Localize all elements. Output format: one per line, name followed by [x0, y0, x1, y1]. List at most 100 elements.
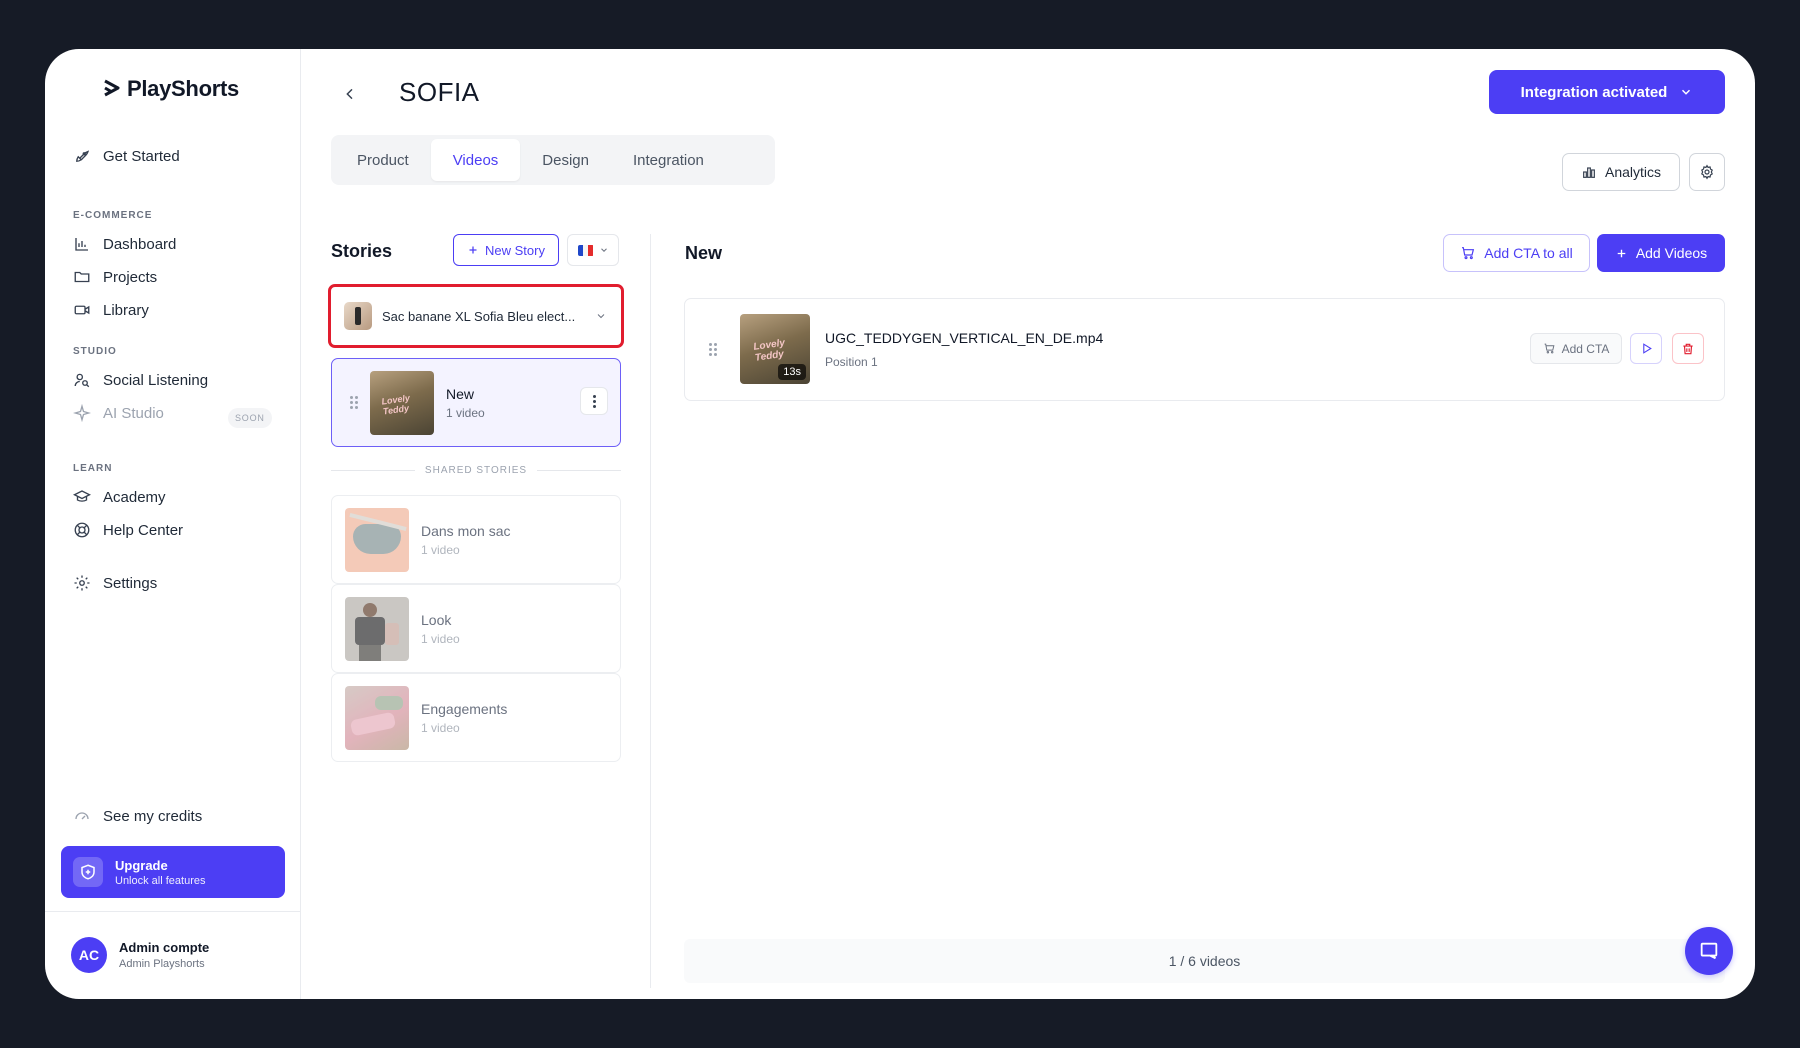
story-thumbnail	[345, 685, 409, 750]
graduation-cap-icon	[73, 490, 91, 502]
user-role: Admin Playshorts	[119, 958, 205, 970]
plus-icon	[469, 246, 477, 254]
tab-design[interactable]: Design	[520, 139, 611, 181]
play-button[interactable]	[1630, 333, 1662, 364]
sidebar-divider	[45, 911, 301, 912]
story-thumbnail	[345, 507, 409, 572]
user-search-icon	[74, 373, 90, 388]
add-videos-button[interactable]: Add Videos	[1597, 234, 1725, 272]
plus-icon	[1617, 249, 1626, 257]
shared-story-card[interactable]: Dans mon sac 1 video	[331, 495, 621, 584]
analytics-label: Analytics	[1604, 164, 1662, 180]
tab-integration[interactable]: Integration	[611, 139, 726, 181]
product-thumbnail	[344, 302, 372, 330]
chevron-down-icon	[1682, 89, 1691, 95]
add-cta-label: Add CTA	[1561, 341, 1610, 356]
see-credits-label: See my credits	[103, 807, 203, 825]
section-learn: LEARN	[73, 463, 113, 474]
back-button[interactable]	[335, 79, 365, 109]
sidebar-item-dashboard[interactable]: Dashboard	[73, 231, 176, 257]
sidebar-item-label: Academy	[103, 488, 166, 506]
page-title: SOFIA	[399, 77, 480, 107]
video-row[interactable]: Lovely Teddy 13s UGC_TEDDYGEN_VERTICAL_E…	[684, 298, 1725, 401]
lifebuoy-icon	[74, 522, 90, 538]
drag-handle-icon[interactable]	[709, 343, 719, 356]
see-credits-link[interactable]: See my credits	[73, 803, 202, 829]
stories-title: Stories	[331, 241, 393, 261]
story-name: Dans mon sac	[421, 522, 511, 539]
logo-text: PlayShorts	[127, 76, 239, 101]
upgrade-title: Upgrade	[115, 857, 168, 873]
story-count: 1 video	[421, 631, 460, 646]
product-selector[interactable]: Sac banane XL Sofia Bleu elect...	[328, 284, 624, 348]
story-count: 1 video	[421, 720, 460, 735]
sidebar-item-ai-studio[interactable]: AI Studio	[73, 400, 164, 426]
tab-product[interactable]: Product	[335, 139, 431, 181]
video-position: Position 1	[825, 355, 878, 369]
rocket-icon	[76, 150, 90, 162]
integration-activated-button[interactable]: Integration activated	[1489, 70, 1725, 114]
section-ecommerce: E-COMMERCE	[73, 210, 153, 221]
sidebar-item-get-started[interactable]: Get Started	[73, 143, 180, 169]
sidebar-item-academy[interactable]: Academy	[73, 484, 166, 510]
story-card-active[interactable]: Lovely Teddy New 1 video	[331, 358, 621, 447]
duration-badge: 13s	[778, 364, 806, 380]
shared-story-card[interactable]: Look 1 video	[331, 584, 621, 673]
video-filename: UGC_TEDDYGEN_VERTICAL_EN_DE.mp4	[825, 330, 1104, 346]
add-videos-label: Add Videos	[1635, 245, 1708, 261]
integration-label: Integration activated	[1520, 83, 1668, 101]
settings-button[interactable]	[1689, 153, 1725, 191]
upgrade-subtitle: Unlock all features	[115, 874, 206, 887]
column-divider	[650, 234, 651, 988]
sparkle-icon	[73, 404, 91, 422]
sidebar-item-label: Projects	[103, 268, 158, 286]
trash-icon	[1683, 343, 1693, 354]
play-icon	[1642, 343, 1652, 354]
analytics-icon	[1583, 167, 1595, 178]
add-cta-button[interactable]: Add CTA	[1530, 333, 1622, 364]
cart-icon	[1544, 343, 1555, 354]
section-studio: STUDIO	[73, 346, 117, 357]
more-options-icon[interactable]	[580, 387, 608, 415]
tab-videos[interactable]: Videos	[430, 139, 521, 181]
sidebar-item-social-listening[interactable]: Social Listening	[73, 367, 208, 393]
story-count: 1 video	[421, 542, 460, 557]
logo[interactable]: PlayShorts	[103, 67, 239, 111]
add-cta-all-label: Add CTA to all	[1484, 245, 1573, 261]
sidebar-item-label: AI Studio	[103, 404, 164, 422]
thumb-overlay-text: Lovely Teddy	[380, 392, 411, 417]
chat-icon	[1700, 942, 1718, 960]
tab-bar: Product Videos Design Integration	[331, 135, 775, 185]
story-thumbnail	[345, 596, 409, 661]
story-name: Look	[421, 611, 452, 628]
bar-chart-icon	[75, 238, 88, 251]
story-name: New	[446, 385, 475, 402]
folder-icon	[74, 271, 90, 283]
sidebar-item-help-center[interactable]: Help Center	[73, 517, 183, 543]
analytics-button[interactable]: Analytics	[1562, 153, 1680, 191]
add-cta-to-all-button[interactable]: Add CTA to all	[1443, 234, 1590, 272]
gauge-icon	[75, 812, 89, 820]
drag-handle-icon[interactable]	[350, 396, 360, 409]
france-flag-icon	[577, 244, 594, 256]
app-window: PlayShorts Get Started E-COMMERCE Dashbo…	[45, 49, 1755, 999]
user-profile[interactable]: AC Admin compte Admin Playshorts	[71, 937, 209, 973]
shared-story-card[interactable]: Engagements 1 video	[331, 673, 621, 762]
chat-support-button[interactable]	[1685, 927, 1733, 975]
cart-icon	[1462, 247, 1475, 260]
sidebar-item-settings[interactable]: Settings	[73, 570, 157, 596]
gear-icon	[1701, 164, 1713, 180]
story-name: Engagements	[421, 700, 508, 717]
new-story-button[interactable]: New Story	[453, 234, 559, 266]
soon-badge: SOON	[228, 408, 272, 428]
sidebar-item-projects[interactable]: Projects	[73, 264, 157, 290]
shield-plus-icon	[73, 857, 103, 887]
upgrade-button[interactable]: Upgrade Unlock all features	[61, 846, 285, 898]
sidebar-item-label: Get Started	[103, 147, 180, 165]
sidebar-item-label: Help Center	[103, 521, 184, 539]
video-thumbnail[interactable]: Lovely Teddy 13s	[740, 314, 810, 384]
sidebar-item-library[interactable]: Library	[73, 297, 149, 323]
delete-button[interactable]	[1672, 333, 1704, 364]
new-story-label: New Story	[485, 242, 545, 258]
language-selector[interactable]	[567, 234, 619, 266]
